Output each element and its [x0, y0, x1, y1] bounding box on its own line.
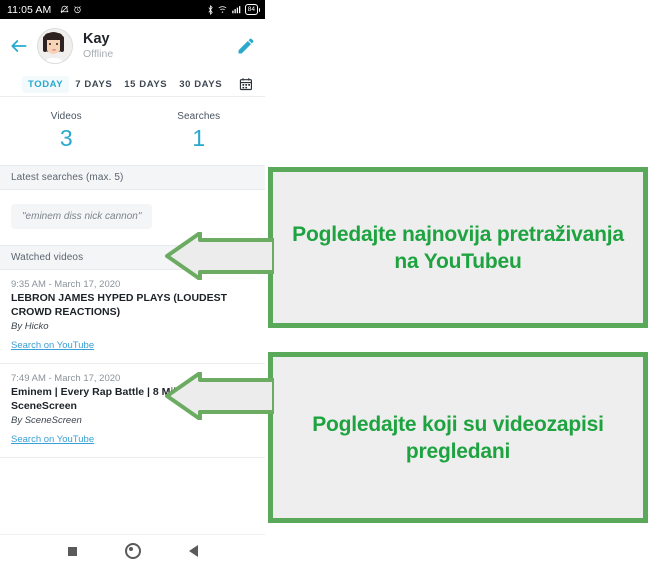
avatar[interactable] — [37, 27, 73, 64]
battery-level: 84 — [247, 6, 255, 13]
status-bar-left: 11:05 AM — [7, 4, 207, 16]
avatar-hair-right — [60, 35, 64, 52]
profile-info: Kay Offline — [83, 31, 236, 61]
video-author: By Hicko — [11, 321, 49, 332]
back-arrow-icon[interactable] — [9, 36, 29, 56]
signal-icon — [232, 6, 241, 14]
calendar-icon[interactable] — [239, 77, 253, 91]
profile-name: Kay — [83, 30, 110, 47]
recents-square-icon[interactable] — [67, 546, 77, 556]
mute-icon — [61, 5, 69, 14]
annotation-arrow-left-searches — [165, 232, 274, 280]
annotation-callout-searches-text: Pogledajte najnovija pretraživanja na Yo… — [292, 222, 624, 273]
stat-searches: Searches 1 — [133, 111, 266, 151]
home-circle-icon[interactable] — [124, 543, 141, 559]
tab-today[interactable]: TODAY — [22, 75, 70, 93]
period-tabs: TODAY 7 DAYS 15 DAYS 30 DAYS — [0, 72, 265, 97]
stat-videos-value: 3 — [59, 125, 73, 151]
avatar-mouth — [51, 48, 56, 51]
latest-searches-header: Latest searches (max. 5) — [0, 165, 265, 190]
tab-7-days[interactable]: 7 DAYS — [69, 76, 118, 93]
tab-30-days[interactable]: 30 DAYS — [173, 76, 228, 93]
stats-row: Videos 3 Searches 1 — [0, 97, 265, 165]
bluetooth-icon — [208, 4, 213, 15]
annotation-callout-searches: Pogledajte najnovija pretraživanja na Yo… — [268, 167, 648, 328]
battery-icon: 84 — [244, 4, 261, 15]
alarm-icon — [74, 6, 82, 14]
stat-searches-label: Searches — [177, 111, 221, 122]
search-on-youtube-link[interactable]: Search on YouTube — [11, 340, 94, 351]
tab-15-days[interactable]: 15 DAYS — [118, 76, 173, 93]
profile-status: Offline — [83, 47, 114, 60]
edit-pencil-icon[interactable] — [236, 36, 256, 56]
stat-searches-value: 1 — [192, 125, 206, 151]
avatar-hair-left — [43, 35, 47, 52]
stat-videos-label: Videos — [50, 111, 82, 122]
search-chip[interactable]: "eminem diss nick cannon" — [11, 204, 153, 229]
annotation-callout-videos: Pogledajte koji su videozapisi pregledan… — [268, 352, 648, 523]
status-bar-right: 84 — [207, 4, 261, 15]
android-nav-bar — [0, 534, 265, 567]
status-bar: 11:05 AM 84 — [0, 0, 265, 19]
status-clock: 11:05 AM — [7, 3, 52, 16]
search-on-youtube-link[interactable]: Search on YouTube — [11, 434, 94, 445]
video-timestamp: 9:35 AM - March 17, 2020 — [11, 279, 121, 290]
annotation-callout-videos-text: Pogledajte koji su videozapisi pregledan… — [312, 412, 604, 463]
video-title: LEBRON JAMES HYPED PLAYS (LOUDEST CROWD … — [11, 292, 228, 318]
phone-screenshot: 11:05 AM 84 Kay Offline TODAY 7 DAYS 15 … — [0, 0, 265, 567]
annotation-arrow-left-videos — [165, 372, 274, 420]
avatar-body — [44, 57, 64, 63]
back-triangle-icon[interactable] — [188, 545, 198, 557]
wifi-icon — [218, 6, 227, 13]
app-bar: Kay Offline — [0, 19, 265, 72]
watched-videos-list: 9:35 AM - March 17, 2020 LEBRON JAMES HY… — [0, 270, 265, 458]
stat-videos: Videos 3 — [0, 111, 133, 151]
video-list-item: 9:35 AM - March 17, 2020 LEBRON JAMES HY… — [0, 270, 265, 364]
